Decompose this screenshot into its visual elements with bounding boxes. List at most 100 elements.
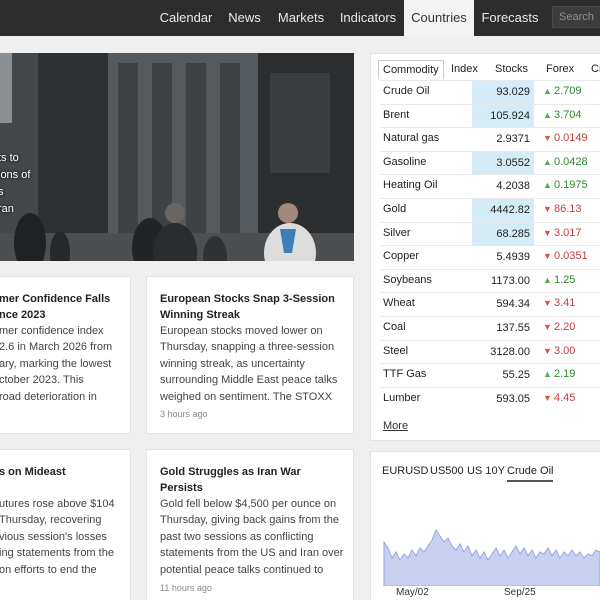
chart-tab-us500[interactable]: US500 bbox=[430, 465, 464, 477]
commodity-row[interactable]: Gasoline 3.0552 ▲ 0.0428 bbox=[380, 150, 600, 175]
more-link[interactable]: More bbox=[383, 420, 408, 432]
commodity-row[interactable]: Brent 105.924 ▲ 3.704 bbox=[380, 103, 600, 128]
commodity-name[interactable]: TTF Gas bbox=[383, 368, 426, 380]
triangle-down-icon: ▼ bbox=[543, 345, 552, 356]
commodity-name[interactable]: Wheat bbox=[383, 297, 415, 309]
commodity-price: 1173.00 bbox=[491, 274, 530, 287]
triangle-down-icon: ▼ bbox=[543, 392, 552, 403]
commodity-change-value: 86.13 bbox=[554, 203, 582, 215]
commodity-name[interactable]: Copper bbox=[383, 250, 419, 262]
commodity-row[interactable]: Gold 4442.82 ▼ 86.13 bbox=[380, 198, 600, 222]
commodity-price: 55.25 bbox=[502, 369, 530, 382]
tab-index[interactable]: Index bbox=[451, 60, 478, 80]
commodity-change: ▼ 86.13 bbox=[543, 203, 582, 215]
x-tick-label: May/02 bbox=[396, 587, 429, 598]
commodity-change-value: 3.41 bbox=[554, 297, 576, 310]
commodity-name[interactable]: Steel bbox=[383, 345, 408, 357]
news-card-title[interactable]: European Stocks Snap 3-Session Winning S… bbox=[160, 291, 350, 323]
commodity-name[interactable]: Soybeans bbox=[383, 274, 432, 286]
commodity-change-value: 3.00 bbox=[554, 344, 576, 357]
commodity-price: 4.2038 bbox=[496, 180, 530, 193]
commodity-row[interactable]: Silver 68.285 ▼ 3.017 bbox=[380, 221, 600, 246]
commodity-price: 5.4939 bbox=[496, 251, 530, 264]
commodity-row[interactable]: Soybeans 1173.00 ▲ 1.25 bbox=[380, 268, 600, 293]
tab-stocks[interactable]: Stocks bbox=[495, 60, 528, 80]
commodity-name[interactable]: Lumber bbox=[383, 392, 420, 404]
commodity-change: ▼ 4.45 bbox=[543, 392, 575, 404]
nav-countries[interactable]: Countries bbox=[404, 0, 474, 36]
hero-line: ions of bbox=[0, 169, 31, 181]
commodity-row[interactable]: Lumber 593.05 ▼ 4.45 bbox=[380, 386, 600, 411]
commodity-row[interactable]: Wheat 594.34 ▼ 3.41 bbox=[380, 292, 600, 316]
commodity-change: ▼ 3.00 bbox=[543, 345, 575, 357]
nav-news[interactable]: News bbox=[222, 0, 267, 36]
triangle-down-icon: ▼ bbox=[543, 204, 552, 214]
news-card[interactable]: European Stocks Snap 3-Session Winning S… bbox=[146, 276, 354, 434]
news-card-body: mer confidence index 2.6 in March 2026 f… bbox=[0, 325, 113, 403]
commodity-row[interactable]: TTF Gas 55.25 ▲ 2.19 bbox=[380, 363, 600, 387]
commodity-name[interactable]: Brent bbox=[383, 109, 409, 121]
hero-line: ran bbox=[0, 203, 14, 215]
nav-calendar[interactable]: Calendar bbox=[152, 0, 220, 36]
commodity-price: 594.34 bbox=[496, 298, 530, 311]
commodity-name[interactable]: Silver bbox=[383, 227, 411, 239]
commodity-change: ▼ 2.20 bbox=[543, 321, 575, 333]
commodity-price: 593.05 bbox=[496, 392, 530, 405]
news-card[interactable]: Gold Struggles as Iran War Persists Gold… bbox=[146, 449, 354, 600]
commodity-row[interactable]: Crude Oil 93.029 ▲ 2.709 bbox=[380, 80, 600, 104]
news-card-time: 3 hours ago bbox=[160, 409, 208, 419]
commodity-change: ▲ 3.704 bbox=[543, 109, 582, 121]
commodity-name[interactable]: Heating Oil bbox=[383, 179, 437, 191]
news-card-body: Gold fell below $4,500 per ounce on Thur… bbox=[160, 498, 344, 576]
chart-area bbox=[383, 528, 600, 586]
nav-markets[interactable]: Markets bbox=[270, 0, 332, 36]
news-card[interactable]: s on Mideast utures rose above $104 Thur… bbox=[0, 449, 131, 600]
commodity-row[interactable]: Copper 5.4939 ▼ 0.0351 bbox=[380, 245, 600, 269]
commodity-change: ▼ 3.41 bbox=[543, 297, 575, 309]
commodity-name[interactable]: Natural gas bbox=[383, 132, 439, 144]
hero-overlay-text[interactable]: ts to ions of s ran bbox=[0, 150, 68, 218]
commodity-row[interactable]: Coal 137.55 ▼ 2.20 bbox=[380, 316, 600, 340]
commodity-change-value: 0.0149 bbox=[554, 132, 588, 145]
search-input[interactable] bbox=[552, 6, 600, 28]
triangle-down-icon: ▼ bbox=[543, 322, 552, 332]
news-card-title[interactable]: s on Mideast bbox=[0, 464, 129, 480]
news-card-title[interactable]: Gold Struggles as Iran War Persists bbox=[160, 464, 350, 496]
commodity-name[interactable]: Coal bbox=[383, 321, 406, 333]
commodity-name[interactable]: Gold bbox=[383, 203, 406, 215]
chart-tab-crude-oil[interactable]: Crude Oil bbox=[507, 465, 554, 482]
commodity-price: 93.029 bbox=[472, 81, 534, 104]
commodity-price: 4442.82 bbox=[472, 199, 534, 222]
commodity-name[interactable]: Gasoline bbox=[383, 156, 426, 168]
commodity-price: 137.55 bbox=[496, 322, 530, 334]
commodity-row[interactable]: Heating Oil 4.2038 ▲ 0.1975 bbox=[380, 174, 600, 198]
commodity-change: ▼ 3.017 bbox=[543, 227, 582, 239]
commodity-name[interactable]: Crude Oil bbox=[383, 85, 429, 97]
news-card-body: utures rose above $104 Thursday, recover… bbox=[0, 498, 115, 576]
triangle-up-icon: ▲ bbox=[543, 156, 552, 167]
commodity-price: 3128.00 bbox=[490, 345, 530, 358]
chart-tab-us10y[interactable]: US 10Y bbox=[467, 465, 505, 477]
nav-indicators[interactable]: Indicators bbox=[334, 0, 402, 36]
commodity-row[interactable]: Steel 3128.00 ▼ 3.00 bbox=[380, 339, 600, 364]
commodity-change: ▲ 0.1975 bbox=[543, 179, 588, 191]
nav-forecasts[interactable]: Forecasts bbox=[475, 0, 545, 36]
news-card-time: 11 hours ago bbox=[160, 583, 212, 593]
tab-commodity[interactable]: Commodity bbox=[378, 60, 444, 80]
commodity-change-value: 4.45 bbox=[554, 391, 576, 404]
commodity-row[interactable]: Natural gas 2.9371 ▼ 0.0149 bbox=[380, 127, 600, 151]
commodity-change-value: 0.0428 bbox=[554, 155, 588, 168]
triangle-up-icon: ▲ bbox=[543, 180, 552, 191]
commodity-change: ▲ 0.0428 bbox=[543, 156, 588, 168]
chart-tab-eurusd[interactable]: EURUSD bbox=[382, 465, 428, 477]
triangle-down-icon: ▼ bbox=[543, 298, 552, 309]
tab-forex[interactable]: Forex bbox=[546, 60, 574, 80]
news-card[interactable]: mer Confidence Falls nce 2023 mer confid… bbox=[0, 276, 131, 434]
commodity-change-value: 3.017 bbox=[554, 226, 582, 239]
tab-crypto[interactable]: Cr bbox=[591, 60, 600, 80]
commodity-price: 3.0552 bbox=[472, 151, 534, 175]
crude-oil-mini-chart[interactable] bbox=[370, 500, 600, 586]
hero-image[interactable]: ts to ions of s ran bbox=[0, 53, 354, 261]
hero-line: s bbox=[0, 186, 4, 198]
news-card-title[interactable]: mer Confidence Falls nce 2023 bbox=[0, 291, 129, 323]
